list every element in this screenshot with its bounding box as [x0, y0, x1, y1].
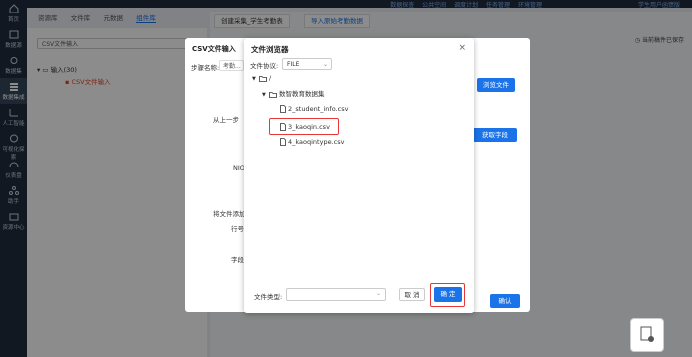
- browse-file-button[interactable]: 浏览文件: [477, 78, 515, 92]
- step-name-label: 步骤名称:: [191, 64, 220, 72]
- folder-icon: [259, 75, 267, 82]
- confirm-button[interactable]: 确认: [490, 294, 520, 308]
- close-icon[interactable]: ×: [458, 43, 466, 53]
- file-type-select[interactable]: ⌄: [286, 288, 386, 301]
- file-item[interactable]: 4_kaoqintype.csv: [280, 138, 344, 146]
- from-prev-label: 从上一步: [213, 116, 239, 124]
- folder-icon: [269, 91, 277, 98]
- file-item[interactable]: 2_student_info.csv: [280, 105, 348, 113]
- field-label: 字段: [231, 256, 244, 264]
- tree-node-root[interactable]: ▼ /: [252, 74, 271, 82]
- chevron-down-icon: ⌄: [375, 290, 381, 297]
- caret-down-icon: ▼: [252, 76, 256, 82]
- cancel-button[interactable]: 取 消: [399, 288, 425, 301]
- file-browser-title: 文件浏览器: [251, 45, 289, 54]
- line-label: 行号: [231, 225, 244, 233]
- step-name-field[interactable]: 考勤...: [219, 60, 244, 71]
- selection-highlight: [269, 118, 339, 135]
- floating-helper-button[interactable]: [630, 318, 664, 352]
- ok-highlight: [430, 283, 465, 307]
- protocol-label: 文件协议:: [250, 62, 279, 70]
- file-icon: [280, 105, 286, 113]
- document-icon: [640, 326, 654, 342]
- tree-node-folder[interactable]: ▼ 数智教育数据集: [262, 88, 325, 98]
- protocol-select[interactable]: FILE ⌄: [282, 58, 332, 70]
- file-type-label: 文件类型:: [254, 293, 283, 301]
- get-fields-button[interactable]: 获取字段(1AB): [473, 128, 517, 153]
- chevron-down-icon: ⌄: [322, 61, 328, 68]
- caret-down-icon: ▼: [262, 92, 266, 98]
- file-browser-dialog: 文件浏览器 × 文件协议: FILE ⌄ ▼ / ▼ 数智教育数据集 2_stude…: [244, 38, 474, 313]
- csv-dialog-title: CSV文件输入: [192, 45, 236, 53]
- add-file-label: 将文件添加: [213, 210, 246, 218]
- file-icon: [280, 138, 286, 146]
